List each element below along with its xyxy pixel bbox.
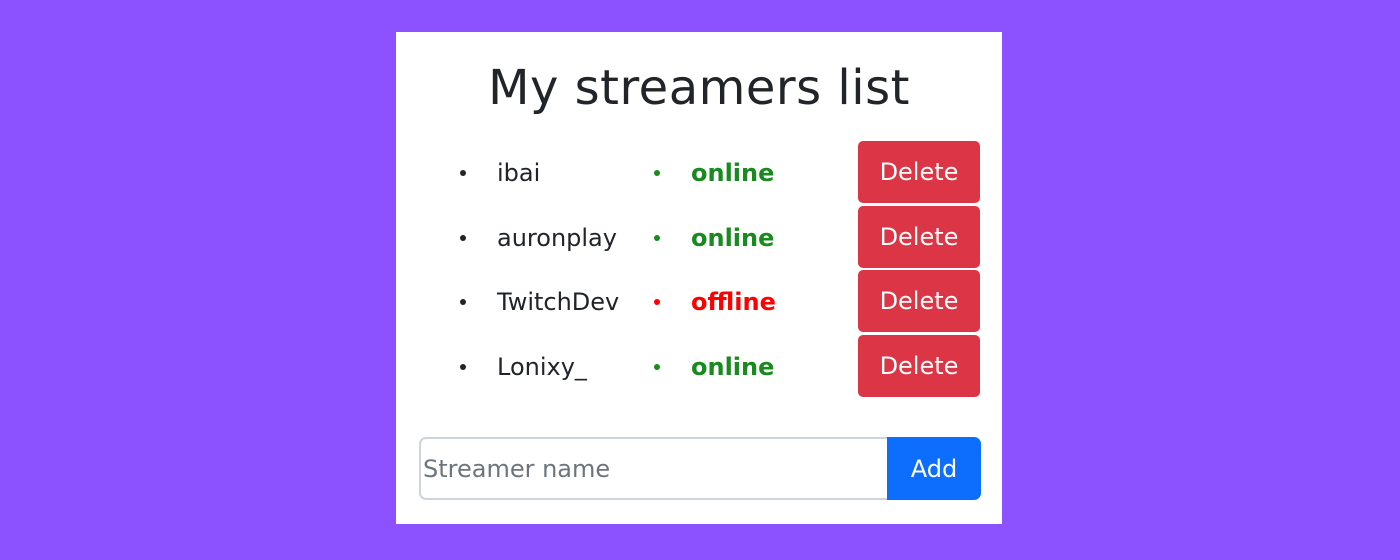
delete-button[interactable]: Delete xyxy=(858,205,980,268)
streamer-status: online xyxy=(691,159,775,187)
status-dot-icon xyxy=(654,299,660,305)
streamer-name-input[interactable] xyxy=(419,437,887,500)
bullet-icon xyxy=(460,299,466,305)
streamer-name: ibai xyxy=(497,159,541,187)
add-streamer-form: Add xyxy=(419,437,981,500)
delete-button[interactable]: Delete xyxy=(858,270,980,332)
bullet-icon xyxy=(460,170,466,176)
streamer-status: online xyxy=(691,223,775,252)
add-button[interactable]: Add xyxy=(887,437,981,500)
bullet-icon xyxy=(460,363,466,370)
list-item: Lonixy_ online Delete xyxy=(396,334,1002,399)
delete-button[interactable]: Delete xyxy=(858,141,980,203)
streamer-name: Lonixy_ xyxy=(497,352,587,381)
streamer-list: ibai online Delete auronplay online Dele… xyxy=(396,140,1002,398)
list-item: TwitchDev offline Delete xyxy=(396,269,1002,334)
streamer-status: online xyxy=(691,352,775,381)
streamer-status: offline xyxy=(691,288,776,316)
status-dot-icon xyxy=(654,170,660,176)
list-item: auronplay online Delete xyxy=(396,205,1002,270)
page-title: My streamers list xyxy=(488,60,910,116)
status-dot-icon xyxy=(654,363,660,370)
list-item: ibai online Delete xyxy=(396,140,1002,205)
streamer-name: auronplay xyxy=(497,223,617,252)
streamer-name: TwitchDev xyxy=(497,288,620,316)
status-dot-icon xyxy=(654,234,660,241)
bullet-icon xyxy=(460,234,466,241)
streamers-card: My streamers list ibai online Delete aur… xyxy=(396,32,1002,524)
delete-button[interactable]: Delete xyxy=(858,334,980,397)
